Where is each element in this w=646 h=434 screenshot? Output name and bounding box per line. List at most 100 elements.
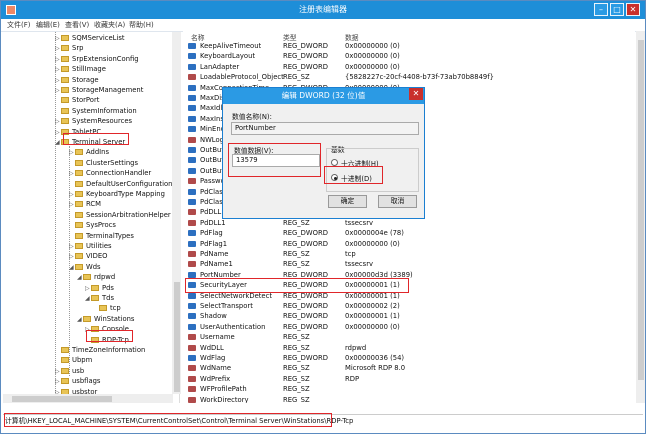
value-data: rdpwd (345, 343, 367, 352)
cancel-button[interactable]: 取消 (378, 195, 417, 208)
value-name: WdPrefix (200, 374, 231, 383)
menu-file[interactable]: 文件(F) (7, 20, 31, 30)
tree-node[interactable]: ▷ StillImage (55, 64, 106, 74)
folder-icon (61, 76, 69, 83)
tree-node[interactable]: StorPort (55, 95, 99, 105)
tree-node[interactable]: SystemInformation (55, 106, 137, 116)
tree-node[interactable]: ▷ AddIns (69, 147, 109, 157)
tree-node[interactable]: ▷ usbflags (55, 376, 100, 386)
value-name: SelectTransport (200, 302, 253, 310)
tree-node[interactable]: ◢ Tds (85, 293, 114, 303)
tree-node[interactable]: Ubpm (55, 355, 92, 365)
tree-node[interactable]: ClusterSettings (69, 158, 138, 168)
binary-value-icon (188, 313, 196, 320)
value-row[interactable]: WdPrefix REG_SZ RDP (183, 374, 633, 384)
ok-button[interactable]: 确定 (328, 195, 367, 208)
tree-node[interactable]: ▷ VIDEO (69, 251, 108, 261)
tree-scroll-thumb[interactable] (174, 282, 180, 392)
value-name: PdName (200, 250, 229, 258)
tree-node[interactable]: ▷ ConnectionHandler (69, 168, 151, 178)
folder-icon (75, 201, 83, 208)
tree-node[interactable]: ◢ WinStations (77, 314, 134, 324)
tree-node-label: Storage (72, 75, 99, 84)
menu-edit[interactable]: 编辑(E) (36, 20, 60, 30)
tree-node[interactable]: ▷ Utilities (69, 241, 112, 251)
folder-icon (61, 45, 69, 52)
folder-icon (83, 315, 91, 322)
tree-node[interactable]: TerminalTypes (69, 231, 134, 241)
value-row[interactable]: SelectTransport REG_DWORD 0x00000002 (2) (183, 301, 633, 311)
tree-node[interactable]: ▷ RCM (69, 199, 101, 209)
value-name: WdDLL (200, 343, 224, 352)
value-row[interactable]: WorkDirectory REG_SZ (183, 395, 633, 403)
value-row[interactable]: Shadow REG_DWORD 0x00000001 (1) (183, 311, 633, 321)
folder-icon (61, 378, 69, 385)
value-row[interactable]: PdName REG_SZ tcp (183, 249, 633, 259)
dialog-close-button[interactable]: ✕ (409, 88, 423, 100)
tree-node-label: usb (72, 366, 85, 375)
value-row[interactable]: PdFlag1 REG_DWORD 0x00000000 (0) (183, 239, 633, 249)
radio-hexadecimal[interactable] (331, 159, 338, 166)
close-button[interactable]: ✕ (626, 3, 640, 16)
tree-node[interactable]: ◢ rdpwd (77, 272, 115, 282)
tree-node[interactable]: ▷ StorageManagement (55, 85, 143, 95)
value-row[interactable]: LoadableProtocol_Object REG_SZ {5828227c-2… (183, 72, 633, 82)
menu-help[interactable]: 帮助(H) (129, 20, 154, 30)
tree-node[interactable]: ▷ KeyboardType Mapping (69, 189, 165, 199)
value-row[interactable]: KeepAliveTimeout REG_DWORD 0x00000000 (0) (183, 41, 633, 51)
tree-node-label: Srp (72, 44, 84, 53)
binary-value-icon (188, 303, 196, 309)
value-row[interactable]: PdName1 REG_SZ tssecsrv (183, 259, 633, 269)
tree-node[interactable]: ◢ Wds (69, 262, 101, 272)
dialog-title-bar[interactable]: 编辑 DWORD (32 位)值 ✕ (223, 88, 424, 104)
value-row[interactable]: WdDLL REG_SZ rdpwd (183, 343, 633, 353)
menu-view[interactable]: 查看(V) (65, 20, 89, 30)
value-row[interactable]: WdFlag REG_DWORD 0x00000036 (54) (183, 353, 633, 363)
column-header-type[interactable]: 类型 (283, 32, 297, 42)
tree-node[interactable]: DefaultUserConfiguration (69, 179, 172, 189)
minimize-button[interactable]: – (594, 3, 608, 16)
values-scroll-thumb[interactable] (638, 40, 644, 380)
value-type: REG_DWORD (283, 52, 328, 61)
value-name: UserAuthentication (200, 322, 266, 331)
tree-node[interactable]: SysProcs (69, 220, 116, 230)
string-value-icon (188, 251, 196, 257)
tree-node[interactable]: ▷ Pds (85, 283, 114, 293)
tree-node[interactable]: SessionArbitrationHelper (69, 210, 171, 220)
tree-node-label: VIDEO (86, 252, 108, 261)
registry-key-tree[interactable]: ▷ SQMServiceList ▷ Srp ▷ SrpExtensionConfig ▷ S… (3, 32, 180, 403)
tree-node-label: Utilities (86, 242, 112, 250)
column-header-data[interactable]: 数据 (345, 32, 359, 42)
highlight-value-data (228, 143, 321, 177)
folder-icon (61, 118, 69, 125)
tree-node[interactable]: ▷ SQMServiceList (55, 33, 125, 43)
maximize-button[interactable]: □ (610, 3, 624, 16)
value-row[interactable]: KeyboardLayout REG_DWORD 0x00000000 (0) (183, 51, 633, 61)
tree-node[interactable]: ▷ usb (55, 366, 84, 376)
value-row[interactable]: UserAuthentication REG_DWORD 0x00000000 (0… (183, 322, 633, 332)
value-row[interactable]: PdFlag REG_DWORD 0x0000004e (78) (183, 228, 633, 238)
binary-value-icon (188, 323, 196, 330)
value-row[interactable]: WFProfilePath REG_SZ (183, 384, 633, 394)
tree-node[interactable]: ▷ SystemResources (55, 116, 132, 126)
menu-favorites[interactable]: 收藏夹(A) (94, 20, 125, 30)
value-row[interactable]: PdDLL1 REG_SZ tssecsrv (183, 218, 633, 228)
column-header-name[interactable]: 名称 (191, 32, 205, 42)
tree-node[interactable]: ▷ Srp (55, 43, 83, 53)
folder-icon (75, 159, 83, 166)
binary-value-icon (188, 43, 196, 49)
tree-node[interactable]: tcp (93, 303, 121, 313)
tree-node-label: SysProcs (86, 221, 116, 230)
tree-hscroll-thumb[interactable] (12, 396, 112, 402)
value-row[interactable]: LanAdapter REG_DWORD 0x00000000 (0) (183, 62, 633, 72)
value-row[interactable]: Username REG_SZ (183, 332, 633, 342)
title-bar[interactable]: 注册表编辑器 – □ ✕ (1, 1, 645, 19)
tree-node[interactable]: ▷ Storage (55, 75, 99, 85)
value-row[interactable]: WdName REG_SZ Microsoft RDP 8.0 (183, 363, 633, 373)
tree-node[interactable]: ▷ SrpExtensionConfig (55, 54, 139, 64)
string-value-icon (188, 219, 196, 226)
folder-icon (61, 87, 69, 93)
tree-node-label: StillImage (72, 65, 106, 74)
regedit-app-icon (6, 5, 16, 15)
tree-node[interactable]: TimeZoneInformation (55, 345, 145, 355)
